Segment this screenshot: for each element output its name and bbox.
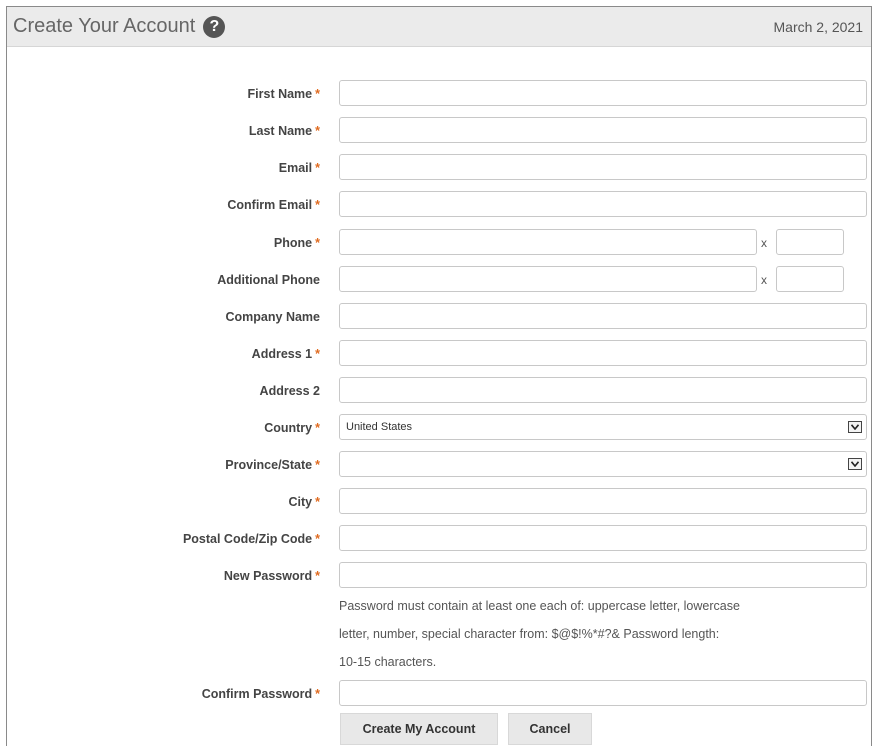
province-state-row: Province/State * — [7, 451, 873, 479]
password-help-line-2: letter, number, special character from: … — [339, 627, 720, 641]
required-mark: * — [315, 124, 320, 138]
country-row: Country * United States — [7, 414, 873, 442]
address1-row: Address 1 * — [7, 340, 873, 368]
email-row: Email * — [7, 154, 873, 182]
postal-code-label-text: Postal Code/Zip Code — [182, 532, 313, 546]
chevron-down-icon[interactable] — [848, 458, 862, 470]
confirm-email-label-text: Confirm Email — [227, 198, 313, 212]
country-select[interactable]: United States — [339, 414, 867, 440]
password-requirements-text: Password must contain at least one each … — [339, 592, 789, 676]
required-mark: * — [315, 198, 320, 212]
cancel-button[interactable]: Cancel — [508, 713, 592, 745]
first-name-label-text: First Name — [247, 87, 313, 101]
additional-phone-input[interactable] — [339, 266, 757, 292]
confirm-email-label: Confirm Email * — [227, 191, 320, 219]
city-input[interactable] — [339, 488, 867, 514]
confirm-password-label-text: Confirm Password — [201, 687, 313, 701]
new-password-label-text: New Password — [223, 569, 313, 583]
address2-row: Address 2 — [7, 377, 873, 405]
additional-phone-ext-label: x — [761, 273, 767, 287]
phone-label: Phone * — [274, 229, 320, 257]
postal-code-input[interactable] — [339, 525, 867, 551]
additional-phone-row: Additional Phone x — [7, 266, 873, 294]
required-mark: * — [315, 495, 320, 509]
postal-code-label: Postal Code/Zip Code * — [183, 525, 320, 553]
address1-label: Address 1 * — [252, 340, 320, 368]
account-form-panel: Create Your Account ? March 2, 2021 Firs… — [6, 6, 872, 746]
required-mark: * — [315, 236, 320, 250]
date-label: March 2, 2021 — [773, 18, 864, 35]
address2-label-text: Address 2 — [259, 384, 320, 398]
additional-phone-label: Additional Phone — [217, 266, 320, 294]
province-state-label: Province/State * — [225, 451, 320, 479]
chevron-down-glyph — [851, 461, 859, 467]
confirm-password-row: Confirm Password * — [7, 680, 873, 708]
confirm-password-input[interactable] — [339, 680, 867, 706]
required-mark: * — [315, 569, 320, 583]
new-password-input[interactable] — [339, 562, 867, 588]
chevron-down-glyph — [851, 424, 859, 430]
phone-input[interactable] — [339, 229, 757, 255]
required-mark: * — [315, 347, 320, 361]
page-title: Create Your Account — [13, 15, 196, 37]
address1-label-text: Address 1 — [251, 347, 313, 361]
phone-ext-input[interactable] — [776, 229, 844, 255]
required-mark: * — [315, 421, 320, 435]
address2-label: Address 2 — [260, 377, 320, 405]
city-label-text: City — [288, 495, 313, 509]
first-name-label: First Name * — [248, 80, 320, 108]
required-mark: * — [315, 458, 320, 472]
create-account-button[interactable]: Create My Account — [340, 713, 498, 745]
required-mark: * — [315, 161, 320, 175]
new-password-row: New Password * — [7, 562, 873, 590]
first-name-input[interactable] — [339, 80, 867, 106]
city-row: City * — [7, 488, 873, 516]
company-name-input[interactable] — [339, 303, 867, 329]
confirm-email-input[interactable] — [339, 191, 867, 217]
new-password-label: New Password * — [224, 562, 320, 590]
confirm-email-row: Confirm Email * — [7, 191, 873, 219]
country-label-text: Country — [264, 421, 313, 435]
last-name-label: Last Name * — [249, 117, 320, 145]
company-name-label: Company Name — [226, 303, 320, 331]
required-mark: * — [315, 87, 320, 101]
additional-phone-label-text: Additional Phone — [217, 273, 320, 287]
panel-header: Create Your Account ? March 2, 2021 — [7, 7, 871, 47]
required-mark: * — [315, 532, 320, 546]
required-mark: * — [315, 687, 320, 701]
email-input[interactable] — [339, 154, 867, 180]
chevron-down-icon[interactable] — [848, 421, 862, 433]
province-state-label-text: Province/State — [225, 458, 313, 472]
first-name-row: First Name * — [7, 80, 873, 108]
phone-label-text: Phone — [273, 236, 313, 250]
title-wrap: Create Your Account ? — [13, 15, 226, 38]
help-icon[interactable]: ? — [203, 15, 226, 38]
email-label-text: Email — [278, 161, 313, 175]
password-help-line-3: 10-15 characters. — [339, 655, 437, 669]
address1-input[interactable] — [339, 340, 867, 366]
postal-code-row: Postal Code/Zip Code * — [7, 525, 873, 553]
last-name-row: Last Name * — [7, 117, 873, 145]
province-state-select[interactable] — [339, 451, 867, 477]
company-name-row: Company Name — [7, 303, 873, 331]
address2-input[interactable] — [339, 377, 867, 403]
password-help-line-1: Password must contain at least one each … — [339, 599, 740, 613]
last-name-label-text: Last Name — [248, 124, 313, 138]
last-name-input[interactable] — [339, 117, 867, 143]
email-label: Email * — [279, 154, 320, 182]
company-name-label-text: Company Name — [225, 310, 320, 324]
confirm-password-label: Confirm Password * — [202, 680, 320, 708]
phone-ext-label: x — [761, 236, 767, 250]
additional-phone-ext-input[interactable] — [776, 266, 844, 292]
country-label: Country * — [264, 414, 320, 442]
phone-row: Phone * x — [7, 229, 873, 257]
country-select-value: United States — [346, 421, 413, 433]
city-label: City * — [289, 488, 321, 516]
